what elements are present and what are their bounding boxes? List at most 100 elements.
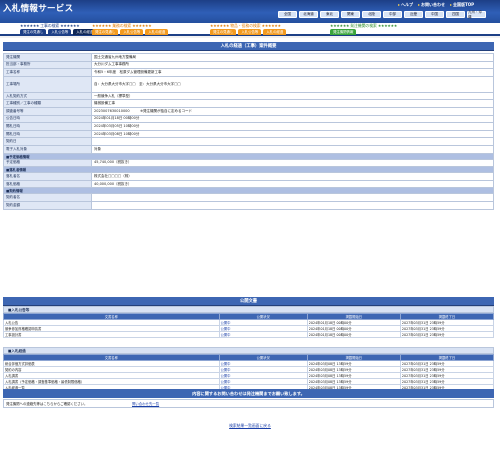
docs-heading: 公開文書 [3, 297, 494, 306]
detail-value: 2024年01月18日 00時00分 [91, 114, 494, 124]
doc-table: 文書名称 公開状況 掲載開始日 掲載終了日 入札公告 公開中 2024年01月18日 00時… [3, 313, 495, 338]
detail-value: 2024年03月05日 10時00分 [91, 122, 494, 131]
detail-value: 国土交通省九州地方整備局 [91, 53, 494, 62]
category-tab[interactable]: 発注機関情報 [330, 29, 357, 35]
region-tab[interactable]: 全国 [278, 11, 297, 18]
detail-row: 担当部・事務所 大分川ダム工事事務所 [3, 60, 494, 70]
detail-value: 大分川ダム工事事務所 [91, 60, 494, 70]
region-tab[interactable]: 北陸 [362, 11, 381, 18]
top-link[interactable]: ヘルプ [398, 2, 413, 8]
category-tabs: 発注の見通し 入札公告等 入札の経過 [20, 29, 97, 35]
detail-row: 発注機関 国土交通省九州地方整備局 [3, 53, 494, 62]
detail-label: 発注機関 [3, 53, 92, 62]
detail-label: 開札日時 [3, 129, 92, 139]
back-to-results-link[interactable]: 検索結果一覧画面に戻る [229, 423, 271, 428]
category-tab[interactable]: 入札公告等 [238, 29, 262, 35]
detail-row: 開札日時 2024年03月08日 10時00分 [3, 129, 494, 139]
doc-section-title: ■入札公告等 [3, 306, 494, 313]
detail-label: 契約者名 [3, 193, 92, 202]
region-tab[interactable]: 中部 [383, 11, 402, 18]
doc-date: 2027年03月31日 23時59分 [401, 362, 445, 366]
detail-label: 工事名称 [3, 68, 92, 77]
detail-value [91, 137, 494, 146]
detail-label: 開札日時 [3, 122, 92, 131]
category-group: ★★★★★★ 工事の検索 ★★★★★★ 発注の見通し 入札公告等 入札の経過 [20, 23, 97, 35]
doc-status-link[interactable]: 公開中 [221, 333, 231, 337]
doc-cell: 2024年01月18日 00時00分 [306, 331, 401, 338]
dots-decoration: ★★★★★★ [20, 23, 41, 28]
region-tab[interactable]: 九州・沖縄 [467, 10, 486, 19]
doc-name: 工事設計書 [5, 333, 22, 337]
doc-name: 入札調書 [5, 374, 19, 378]
detail-label: 担当部・事務所 [3, 60, 92, 70]
detail-value: 自：大分県大分市大字□□ 至：大分県大分市大字□□ [91, 75, 494, 93]
detail-label: 電子入札対象 [3, 144, 92, 154]
category-tab[interactable]: 入札公告等 [48, 29, 72, 35]
region-tab[interactable]: 関東 [341, 11, 360, 18]
detail-value: 40,000,000（税抜き） [91, 179, 494, 189]
doc-date: 2027年03月31日 23時59分 [401, 333, 445, 337]
detail-value: 2024年03月08日 10時00分 [91, 129, 494, 139]
category-nav: ★★★★★★ 工事の検索 ★★★★★★ 発注の見通し 入札公告等 入札の経過 ★★★★★… [0, 23, 500, 36]
category-tab[interactable]: 入札の経過 [145, 29, 169, 35]
region-tab[interactable]: 東北 [320, 11, 339, 18]
detail-value: 45,740,000（税抜き） [91, 158, 494, 168]
category-tabs: 発注機関情報 [330, 29, 397, 35]
detail-label: 工事種別／工事の種類 [3, 99, 92, 108]
top-link[interactable]: お問い合わせ [418, 2, 445, 8]
detail-row: 調査番号等 2023007630010000 ※発注機関が独自に定めるコード [3, 106, 494, 116]
doc-date: 2024年01月18日 00時00分 [308, 333, 352, 337]
detail-row: 開札日時 2024年03月05日 10時00分 [3, 122, 494, 131]
region-tab[interactable]: 北海道 [299, 11, 318, 18]
detail-label: 調査番号等 [3, 106, 92, 116]
category-tab[interactable]: 発注の見通し [20, 29, 47, 35]
category-tab[interactable]: 入札公告等 [120, 29, 144, 35]
doc-cell: 公開中 [218, 331, 308, 338]
detail-label: 契約日 [3, 137, 92, 146]
doc-date: 2024年03月08日 13時59分 [308, 368, 352, 372]
doc-table: 文書名称 公開状況 掲載開始日 掲載終了日 総合評価方式評価表 公開中 2024年03月08… [3, 354, 495, 391]
doc-date: 2027年03月31日 23時59分 [401, 368, 445, 372]
doc-status-link[interactable]: 公開中 [221, 321, 231, 325]
page-heading: 入札の経過（工事）案件概要 [3, 42, 494, 51]
doc-date: 2027年03月31日 23時59分 [401, 327, 445, 331]
detail-label: 落札価格 [3, 179, 92, 189]
region-tab[interactable]: 近畿 [404, 11, 423, 18]
doc-status-link[interactable]: 公開中 [221, 362, 231, 366]
detail-value: 一般競争入札（標準型） [91, 91, 494, 101]
doc-date: 2024年03月08日 13時59分 [308, 374, 352, 378]
doc-date: 2027年03月31日 23時59分 [401, 380, 445, 384]
doc-section-1: ■入札経過 文書名称 公開状況 掲載開始日 掲載終了日 総合評価方式評価表 公開中 2024年… [3, 347, 495, 391]
doc-name: 契約の内容 [5, 368, 22, 372]
doc-status-link[interactable]: 公開中 [221, 368, 231, 372]
region-tab[interactable]: 中国 [425, 11, 444, 18]
detail-row: 契約日 [3, 137, 494, 146]
app-title: 入札情報サービス [3, 4, 74, 14]
dots-decoration: ★★★★★★ [260, 23, 281, 28]
detail-row: 公告日時 2024年01月18日 00時00分 [3, 114, 494, 124]
doc-cell: 2027年03月31日 23時59分 [399, 331, 495, 338]
contact-row: 発注機関への連絡先等はこちらからご確認ください。 問い合わせ先一覧 [3, 399, 494, 408]
category-group: ★★★★★★ 業務の検索 ★★★★★★ 発注の見通し 入札公告等 入札の経過 [92, 23, 169, 35]
contact-link[interactable]: 問い合わせ先一覧 [132, 402, 159, 406]
doc-status-link[interactable]: 公開中 [221, 374, 231, 378]
detail-row: 契約者名 [3, 193, 494, 202]
region-tab[interactable]: 四国 [446, 11, 465, 18]
detail-label: 予定価格 [3, 158, 92, 168]
contact-label: 発注機関への連絡先等はこちらからご確認ください。 [6, 402, 88, 406]
top-link[interactable]: 全国版TOP [450, 2, 474, 8]
detail-label: 公告日時 [3, 114, 92, 124]
detail-label: 落札者名 [3, 172, 92, 181]
detail-row: 落札価格 40,000,000（税抜き） [3, 179, 494, 189]
doc-status-link[interactable]: 公開中 [221, 380, 231, 384]
detail-row: 工事場所 自：大分県大分市大字□□ 至：大分県大分市大字□□ [3, 75, 494, 93]
dots-decoration: ★★★★★★ [330, 23, 351, 28]
category-title-label: 物品・役務の検索 [230, 23, 261, 28]
doc-row: 工事設計書 公開中 2024年01月18日 00時00分 2027年03月31日 23… [3, 331, 495, 338]
category-tab[interactable]: 入札の経過 [263, 29, 287, 35]
category-tab[interactable]: 発注の見通し [210, 29, 237, 35]
category-tab[interactable]: 発注の見通し [92, 29, 119, 35]
doc-status-link[interactable]: 公開中 [221, 327, 231, 331]
detail-value: 2023007630010000 ※発注機関が独自に定めるコード [91, 106, 494, 116]
doc-date: 2024年01月18日 00時00分 [308, 327, 352, 331]
